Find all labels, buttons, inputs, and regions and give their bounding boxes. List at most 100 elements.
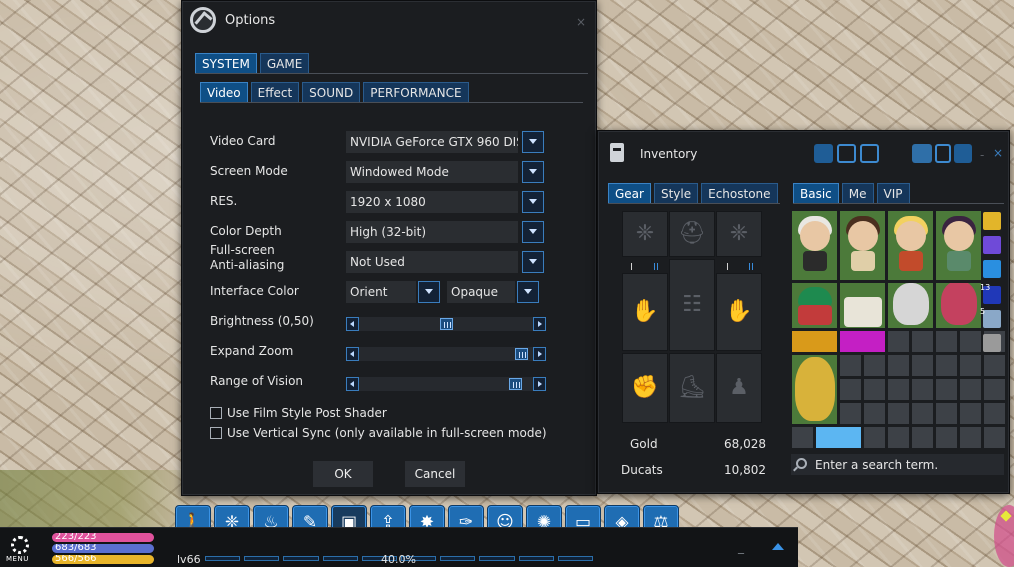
expand-zoom-decrease-button[interactable]	[346, 347, 359, 361]
mail-icon[interactable]	[912, 144, 932, 163]
film-shader-checkbox[interactable]	[210, 407, 222, 419]
inventory-empty-cell[interactable]	[863, 402, 886, 425]
accessory-slot-left[interactable]: ❈	[622, 211, 668, 257]
head-slot[interactable]: ⛑	[669, 211, 715, 257]
weapon-slot-right[interactable]: ✋	[716, 273, 762, 351]
inventory-empty-cell[interactable]	[863, 354, 886, 377]
inventory-empty-cell[interactable]	[887, 354, 910, 377]
basket-item[interactable]	[839, 282, 886, 329]
inventory-empty-cell[interactable]	[887, 378, 910, 401]
options-titlebar[interactable]: Options ×	[182, 1, 596, 41]
side-item-potion[interactable]	[983, 310, 1001, 328]
tab-basic[interactable]: Basic	[793, 183, 839, 203]
side-item-clock[interactable]	[983, 334, 1001, 352]
film-shader-option[interactable]: Use Film Style Post Shader	[210, 405, 387, 421]
inventory-empty-cell[interactable]	[959, 330, 982, 353]
inventory-empty-cell[interactable]	[911, 426, 934, 449]
inventory-empty-cell[interactable]	[935, 354, 958, 377]
interface-opacity-dropdown-button[interactable]	[517, 281, 539, 303]
expand-up-icon[interactable]	[772, 543, 784, 550]
inventory-empty-cell[interactable]	[959, 426, 982, 449]
inventory-empty-cell[interactable]	[911, 402, 934, 425]
brightness-decrease-button[interactable]	[346, 317, 359, 331]
side-item-blue-gem[interactable]	[983, 260, 1001, 278]
ok-button[interactable]: OK	[313, 461, 373, 487]
video-card-select[interactable]: NVIDIA GeForce GTX 960 DISPLAY	[346, 131, 518, 153]
expand-zoom-thumb[interactable]	[515, 348, 529, 360]
color-depth-select[interactable]: High (32-bit)	[346, 221, 518, 243]
shoe-slot[interactable]: ⛸	[669, 353, 715, 423]
gold-sack-item[interactable]	[791, 354, 838, 425]
video-card-dropdown-button[interactable]	[522, 131, 544, 153]
white-sack-item[interactable]	[887, 282, 934, 329]
tab-effect[interactable]: Effect	[250, 82, 300, 102]
robe-slot[interactable]: ♟	[716, 353, 762, 423]
blue-ticket-item[interactable]	[815, 426, 862, 449]
crossed-tools-icon[interactable]	[860, 144, 879, 163]
inventory-empty-cell[interactable]	[911, 330, 934, 353]
vsync-checkbox[interactable]	[210, 427, 222, 439]
tab-style[interactable]: Style	[653, 183, 699, 203]
doll-item-white-hair[interactable]	[791, 210, 838, 281]
inventory-empty-cell[interactable]	[839, 354, 862, 377]
tab-system[interactable]: SYSTEM	[195, 53, 257, 73]
tab-me[interactable]: Me	[841, 183, 874, 203]
brightness-slider[interactable]	[346, 317, 546, 331]
inventory-empty-cell[interactable]	[863, 378, 886, 401]
expand-zoom-increase-button[interactable]	[533, 347, 546, 361]
inventory-close-button[interactable]: ×	[993, 146, 1003, 160]
range-of-vision-increase-button[interactable]	[533, 377, 546, 391]
gold-ticket-item[interactable]	[791, 330, 838, 353]
inventory-minimize-button[interactable]: -	[980, 148, 984, 162]
inventory-empty-cell[interactable]	[791, 426, 814, 449]
interface-theme-select[interactable]: Orient	[346, 281, 416, 303]
inventory-empty-cell[interactable]	[983, 426, 1006, 449]
statusbar-minimize-button[interactable]: _	[738, 540, 744, 554]
range-of-vision-thumb[interactable]	[508, 378, 522, 390]
inventory-empty-cell[interactable]	[935, 426, 958, 449]
anti-aliasing-select[interactable]: Not Used	[346, 251, 518, 273]
accessory-slot-right[interactable]: ❈	[716, 211, 762, 257]
inventory-empty-cell[interactable]	[863, 426, 886, 449]
inventory-empty-cell[interactable]	[983, 378, 1006, 401]
inventory-empty-cell[interactable]	[959, 378, 982, 401]
weapon-slot-left[interactable]: ✋	[622, 273, 668, 351]
cancel-button[interactable]: Cancel	[405, 461, 465, 487]
range-of-vision-slider[interactable]	[346, 377, 546, 391]
inventory-empty-cell[interactable]	[887, 402, 910, 425]
doll-item-dark-hair[interactable]	[935, 210, 982, 281]
inventory-search-input[interactable]	[815, 454, 1000, 475]
shop-cart-icon[interactable]	[837, 144, 856, 163]
tab-performance[interactable]: PERFORMANCE	[363, 82, 469, 102]
inventory-empty-cell[interactable]	[911, 378, 934, 401]
inventory-empty-cell[interactable]	[839, 402, 862, 425]
interface-opacity-select[interactable]: Opaque	[447, 281, 515, 303]
inventory-empty-cell[interactable]	[983, 354, 1006, 377]
brightness-increase-button[interactable]	[533, 317, 546, 331]
inventory-empty-cell[interactable]	[959, 354, 982, 377]
side-item-purple[interactable]	[983, 236, 1001, 254]
resolution-dropdown-button[interactable]	[522, 191, 544, 213]
doll-item-blonde-hair[interactable]	[887, 210, 934, 281]
brightness-thumb[interactable]	[439, 318, 453, 330]
screen-mode-dropdown-button[interactable]	[522, 161, 544, 183]
pink-ticket-item[interactable]	[839, 330, 886, 353]
sort-bag-icon[interactable]	[814, 144, 833, 163]
vsync-option[interactable]: Use Vertical Sync (only available in ful…	[210, 425, 547, 441]
resolution-select[interactable]: 1920 x 1080	[346, 191, 518, 213]
mouse-icon[interactable]	[935, 144, 951, 163]
inventory-empty-cell[interactable]	[887, 426, 910, 449]
menu-button[interactable]: MENU	[5, 534, 35, 564]
options-close-button[interactable]: ×	[576, 15, 586, 29]
inventory-empty-cell[interactable]	[839, 378, 862, 401]
doll-item-brown-hair[interactable]	[839, 210, 886, 281]
tab-echostone[interactable]: Echostone	[701, 183, 778, 203]
screen-mode-select[interactable]: Windowed Mode	[346, 161, 518, 183]
side-item-yellow[interactable]	[983, 212, 1001, 230]
color-depth-dropdown-button[interactable]	[522, 221, 544, 243]
tab-video[interactable]: Video	[200, 82, 248, 102]
glove-slot[interactable]: ✊	[622, 353, 668, 423]
inventory-empty-cell[interactable]	[935, 330, 958, 353]
inventory-empty-cell[interactable]	[887, 330, 910, 353]
inventory-empty-cell[interactable]	[959, 402, 982, 425]
